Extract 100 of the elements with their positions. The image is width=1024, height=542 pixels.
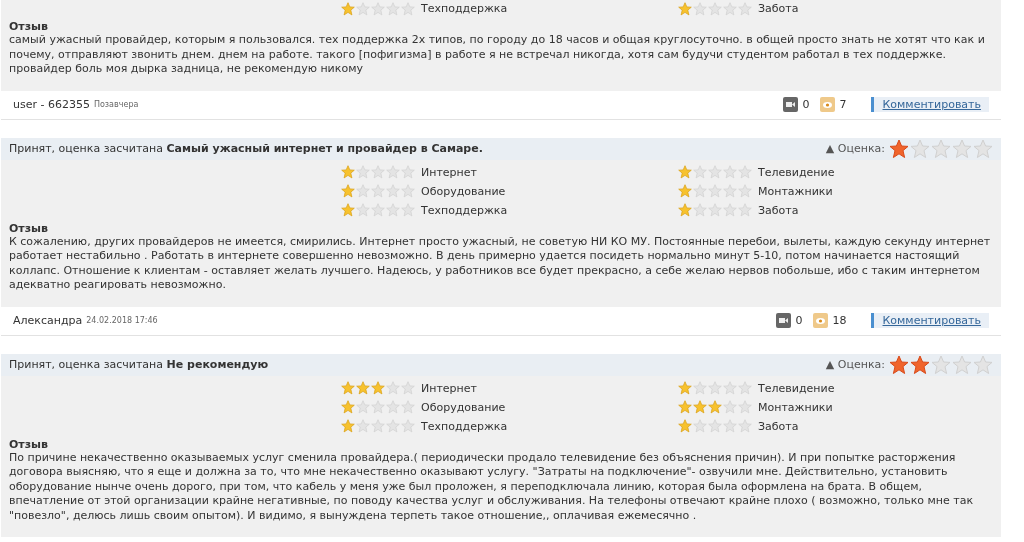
comment-icon [775,313,791,328]
star-icon [708,184,722,198]
star-icon [708,165,722,179]
star-icon [356,400,370,414]
star-icon [723,419,737,433]
star-icon [708,400,722,414]
star-icon [738,381,752,395]
star-icon [371,400,385,414]
review-text: По причине некачественно оказываемых услуг сменила провайдера.( периодически продало телевидение без объяснения причин). И при попытке расторжения договора выясняю, что я еще и должна за то, что мне некачественно оказывают услугу. "Затраты на подключение"- озвучили мне. Действительно, установить оборудование нынче очень дорого, при том, что кабель у меня уже был проложен, я переподключала линию, которая была оформлена на брата. В общем, впечатление от этой организации крайне негативные, по поводу качества услуг и обслуживания. На телефоны отвечают крайне плохо ( возможно, только мне так "повезло", делюсь лишь своим опытом). И видимо, я вынуждена терпеть такое отношение,, оплачивая ежемесячно . [9,450,975,523]
star-icon [693,203,707,217]
star-icon [356,165,370,179]
star-icon [341,419,355,433]
eye-icon [812,313,828,328]
star-icon [401,400,415,414]
star-icon [356,419,370,433]
star-icon [341,184,355,198]
star-icon [341,381,355,395]
criterion-label: Забота [758,419,799,433]
star-icon [693,400,707,414]
star-icon [386,400,400,414]
star-icon [693,381,707,395]
criterion-label: Интернет [421,381,477,395]
star-icon [386,419,400,433]
review-text: самый ужасный провайдер, которым я пользовался. тех поддержка 2х типов, по городу до 18 часов и общая круглосуточно. в общей просто знать не хотят что как и почему, отправляют звонить днем. днем на работе. такого [пофигизма] в работе я не встречал никогда, хотя сам будучи студентом работал в тех поддержке. провайдер боль моя дырка задница, не рекомендую никому [9,33,986,77]
star-icon [678,400,692,414]
star-icon [723,165,737,179]
criterion-label: Монтажники [758,184,833,198]
star-icon [708,203,722,217]
review-text: К сожалению, других провайдеров не имеется, смирились. Интернет просто ужасный, не советую НИ КО МУ. Постоянные перебои, вылеты, каждую секунду интернет работает нестабильно . Работать в интернете совершенно невозможно. В день примерно удается посидеть нормально минут 5-10, потом начинается настоящий коллапс. Отношение к клиентам - оставляет желать лучшего. Надеюсь, у работников все будет прекрасно, а себе желаю нервов побольше, ибо с таким интернетом адекватно реагировать невозможно. [9,234,992,293]
comment-icon [782,97,798,112]
star-icon [723,184,737,198]
star-icon [371,381,385,395]
star-icon [889,138,909,159]
star-icon [678,419,692,433]
star-icon [693,184,707,198]
comment-link[interactable]: Комментировать [870,97,989,112]
star-icon [341,165,355,179]
star-icon [371,165,385,179]
star-icon [678,203,692,217]
eye-icon [819,97,835,112]
rating-label: ▲ Оценка: [825,358,885,371]
star-icon [386,184,400,198]
view-count: 7 [839,98,847,111]
star-icon [723,381,737,395]
criterion-label: Телевидение [758,381,835,395]
star-icon [401,419,415,433]
comment-link[interactable]: Комментировать [870,313,989,328]
rating-label: ▲ Оценка: [825,142,885,155]
criterion-label: Техподдержка [421,419,508,433]
star-icon [371,203,385,217]
review-heading: Отзыв [9,437,50,451]
comment-count: 0 [795,314,803,327]
criterion-label: Забота [758,2,799,15]
author-name: user - 662355 [13,98,90,111]
criterion-label: Оборудование [421,184,506,198]
star-icon [723,203,737,217]
criterion-label: Телевидение [758,165,835,179]
star-icon [341,400,355,414]
star-icon [693,419,707,433]
review-heading: Отзыв [9,20,50,33]
star-icon [341,203,355,217]
star-icon [401,184,415,198]
star-icon [693,165,707,179]
review-date: Позавчера [93,100,139,109]
star-icon [371,419,385,433]
review-heading: Отзыв [9,221,50,235]
view-count: 18 [832,314,847,327]
star-icon [738,419,752,433]
star-icon [678,381,692,395]
criterion-label: Забота [758,203,799,217]
star-icon [401,381,415,395]
star-icon [356,203,370,217]
criterion-label: Оборудование [421,400,506,414]
star-icon [738,165,752,179]
star-icon [678,165,692,179]
review-status: Принят, оценка засчитана Не рекомендую [9,358,269,371]
star-icon [708,381,722,395]
star-icon [738,203,752,217]
star-icon [401,203,415,217]
star-icon [738,184,752,198]
criterion-label: Техподдержка [421,203,508,217]
star-icon [401,165,415,179]
star-icon [341,1,355,16]
star-icon [386,203,400,217]
star-icon [678,1,692,16]
star-icon [723,400,737,414]
star-icon [738,400,752,414]
criterion-label: Монтажники [758,400,833,414]
star-icon [356,184,370,198]
criterion-label: Техподдержка [421,2,508,15]
star-icon [910,354,930,375]
star-icon [889,354,909,375]
author-name: Александра [13,314,83,327]
star-icon [386,381,400,395]
review-status: Принят, оценка засчитана Самый ужасный интернет и провайдер в Самаре. [9,142,483,155]
star-icon [678,184,692,198]
comment-count: 0 [802,98,810,111]
criterion-label: Интернет [421,165,477,179]
review-date: 24.02.2018 17:46 [86,316,158,325]
star-icon [386,165,400,179]
